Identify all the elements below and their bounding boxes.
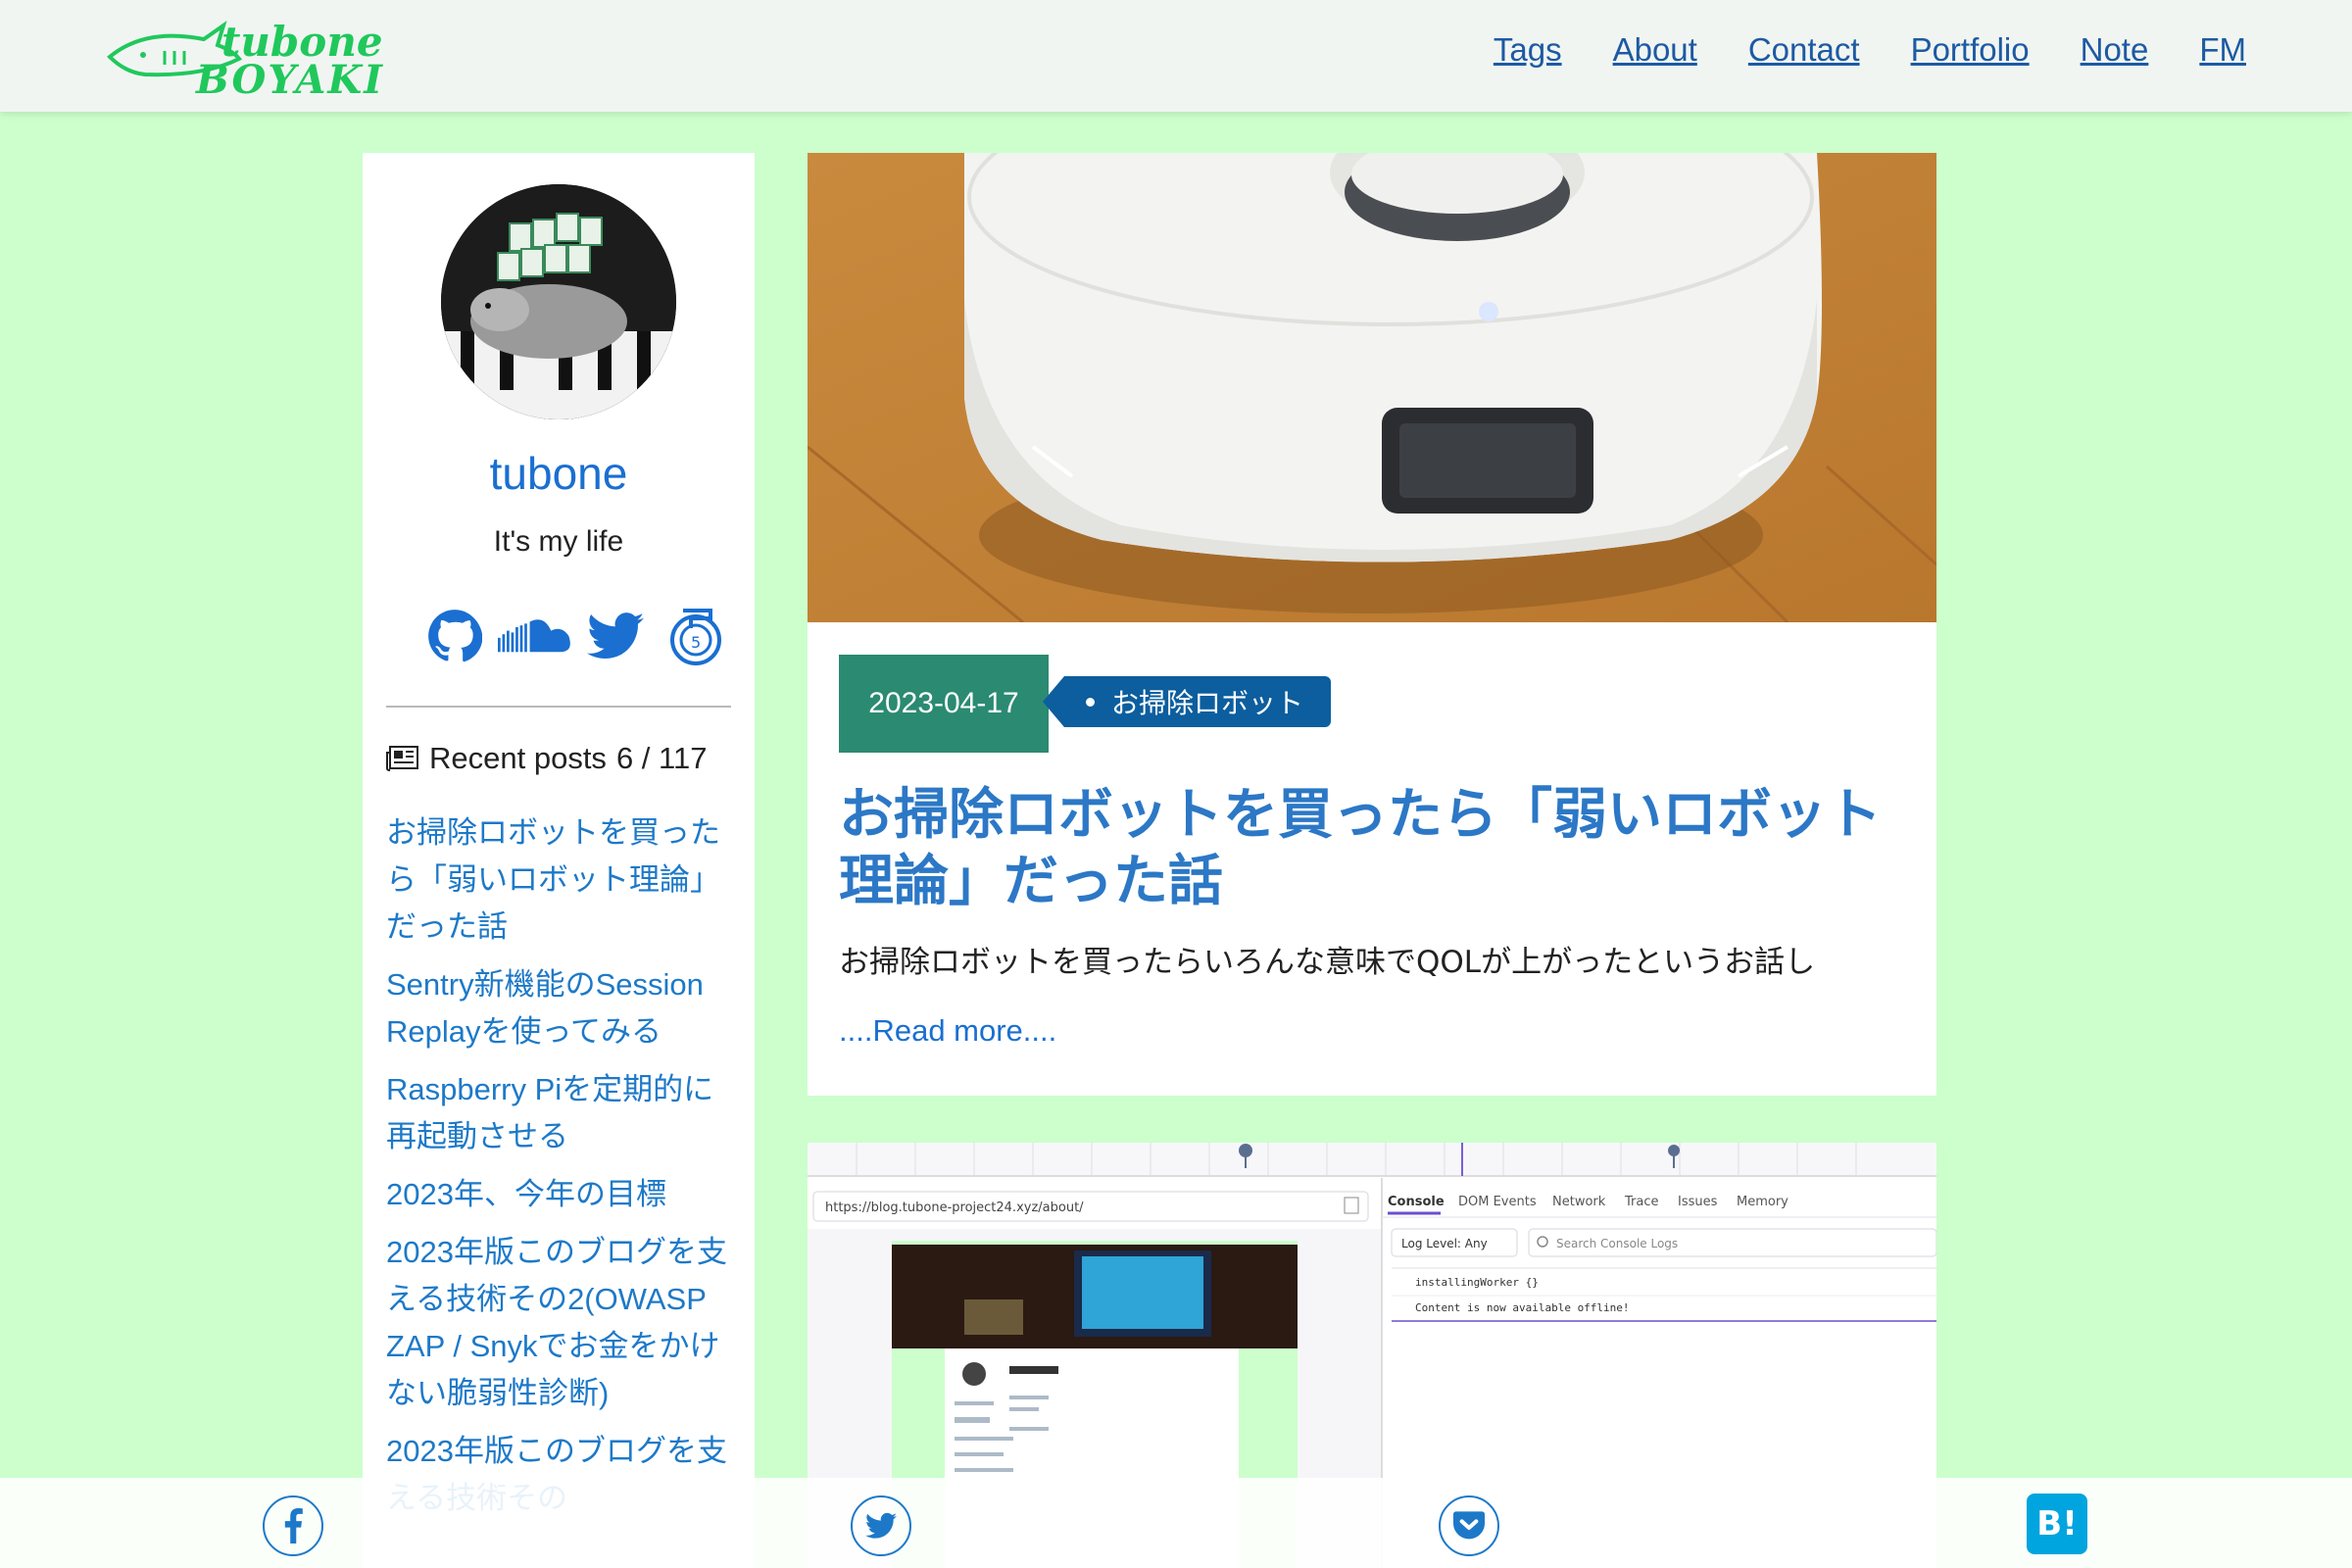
tag-dot — [1086, 698, 1095, 707]
recent-posts-count: 6 / 117 — [615, 741, 708, 775]
profile-name[interactable]: tubone — [363, 447, 755, 500]
facebook-share-button[interactable] — [263, 1495, 323, 1556]
post-hero-image[interactable] — [808, 153, 1936, 622]
note-icon[interactable]: 5 — [659, 602, 733, 670]
logo-subtitle: BOYAKI — [196, 57, 384, 103]
sidebar-divider — [386, 706, 731, 708]
twitter-share-button[interactable] — [851, 1495, 911, 1556]
nav-fm[interactable]: FM — [2199, 31, 2246, 69]
post-tag[interactable]: お掃除ロボット — [1042, 676, 1332, 727]
profile-sidebar: tubone It's my life 5 Recent posts 6 / 1… — [363, 153, 755, 1568]
pocket-icon — [1453, 1511, 1485, 1540]
hatena-bookmark-icon: B! — [2036, 1504, 2078, 1544]
recent-post-link[interactable]: 2023年、今年の目標 — [386, 1171, 739, 1218]
twitter-icon[interactable] — [578, 602, 653, 670]
site-logo[interactable]: tubone BOYAKI — [106, 12, 383, 103]
recent-posts-label: Recent posts — [429, 741, 607, 775]
twitter-icon — [865, 1512, 897, 1539]
share-bar: B! — [0, 1478, 2352, 1568]
social-links: 5 — [417, 602, 733, 670]
post-description: お掃除ロボットを買ったらいろんな意味でQOLが上がったというお話し — [839, 945, 1816, 980]
nav-note[interactable]: Note — [2081, 31, 2149, 69]
post-tag-label: お掃除ロボット — [1111, 687, 1304, 719]
devtools-tab-memory: Memory — [1737, 1195, 1788, 1209]
console-line: installingWorker {} — [1415, 1276, 1539, 1289]
devtools-tab-network: Network — [1552, 1195, 1606, 1209]
profile-bio: It's my life — [493, 525, 624, 558]
read-more-link[interactable]: ....Read more.... — [839, 1013, 1056, 1049]
nav-contact[interactable]: Contact — [1748, 31, 1860, 69]
nav-about[interactable]: About — [1613, 31, 1697, 69]
hatena-bookmark-button[interactable]: B! — [2027, 1494, 2087, 1554]
main-nav: Tags About Contact Portfolio Note FM — [1494, 31, 2246, 69]
avatar — [441, 184, 676, 419]
newspaper-icon — [386, 746, 418, 771]
recent-post-link[interactable]: Raspberry Piを定期的に再起動させる — [386, 1066, 739, 1160]
devtools-tab-console: Console — [1388, 1195, 1445, 1209]
url-text: https://blog.tubone-project24.xyz/about/ — [825, 1200, 1084, 1215]
recent-post-link[interactable]: Sentry新機能のSession Replayを使ってみる — [386, 961, 739, 1055]
log-level-select: Log Level: Any — [1401, 1237, 1488, 1250]
nav-portfolio[interactable]: Portfolio — [1911, 31, 2030, 69]
svg-text:5: 5 — [691, 633, 701, 652]
recent-post-link[interactable]: お掃除ロボットを買ったら「弱いロボット理論」だった話 — [386, 809, 739, 951]
post-date: 2023-04-17 — [839, 655, 1049, 753]
soundcloud-icon[interactable] — [498, 602, 572, 670]
console-search: Search Console Logs — [1556, 1237, 1678, 1250]
post-card: 2023-04-17 お掃除ロボット お掃除ロボットを買ったら「弱いロボット理論… — [808, 153, 1936, 1096]
post-title[interactable]: お掃除ロボットを買ったら「弱いロボット理論」だった話 — [839, 782, 1907, 915]
github-icon[interactable] — [417, 602, 492, 670]
recent-posts-heading: Recent posts 6 / 117 — [386, 741, 739, 776]
devtools-tab-issues: Issues — [1678, 1195, 1718, 1209]
console-line: Content is now available offline! — [1415, 1301, 1630, 1314]
devtools-tab-dom-events: DOM Events — [1458, 1195, 1537, 1209]
facebook-icon — [284, 1508, 303, 1544]
recent-post-link[interactable]: 2023年版このブログを支える技術その2(OWASP ZAP / Snykでお金… — [386, 1229, 739, 1417]
nav-tags[interactable]: Tags — [1494, 31, 1562, 69]
recent-posts-list: お掃除ロボットを買ったら「弱いロボット理論」だった話 Sentry新機能のSes… — [386, 809, 739, 1533]
pocket-share-button[interactable] — [1439, 1495, 1499, 1556]
devtools-tab-trace: Trace — [1624, 1195, 1659, 1209]
site-header: tubone BOYAKI Tags About Contact Portfol… — [0, 0, 2352, 112]
